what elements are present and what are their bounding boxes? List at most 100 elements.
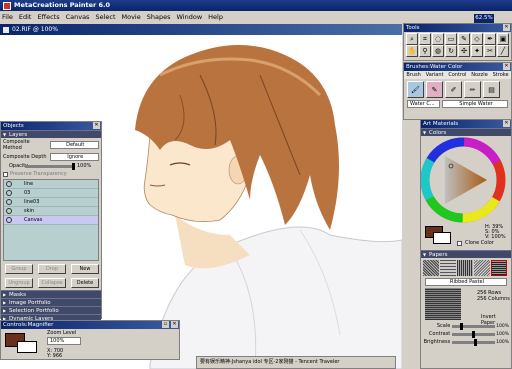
eye-icon[interactable] — [6, 217, 12, 223]
magnifier-tool-icon[interactable]: ⌕ — [406, 33, 418, 45]
eye-icon[interactable] — [6, 190, 12, 196]
paint-bucket-icon[interactable]: ◍ — [432, 45, 444, 57]
brightness-slider[interactable] — [452, 338, 496, 346]
paper-swatch-selected[interactable] — [491, 260, 507, 276]
pen-tool-icon[interactable]: ✒ — [484, 33, 496, 45]
menu-effects[interactable]: Effects — [37, 13, 59, 21]
menu-shapes[interactable]: Shapes — [147, 13, 171, 21]
y-coordinate-label: Y: 966 — [47, 353, 63, 359]
color-wheel[interactable] — [420, 136, 511, 224]
taskbar-window-strip[interactable]: 要有娱乐精神-Jshanya idol 专区-2家刚猫 - Tencent Tr… — [196, 356, 396, 369]
group-button[interactable]: Group — [5, 264, 33, 274]
minimize-icon[interactable]: ▫ — [162, 321, 169, 328]
dropper-tool-icon[interactable]: ⚲ — [419, 45, 431, 57]
composite-method-select[interactable]: Default — [49, 141, 99, 149]
paper-swatch[interactable] — [440, 260, 456, 276]
delete-layer-button[interactable]: Delete — [71, 278, 99, 288]
zoom-level-label: Zoom Level — [47, 330, 77, 336]
eye-icon[interactable] — [6, 181, 12, 187]
menu-movie[interactable]: Movie — [122, 13, 141, 21]
brush-tool-icon[interactable]: ✎ — [458, 33, 470, 45]
layer-row[interactable]: 03 — [4, 189, 98, 198]
paper-swatch[interactable] — [457, 260, 473, 276]
color-values-area: H: 39% S: 0% V: 100% Clone Color — [421, 224, 511, 250]
colors-section-header[interactable]: Colors — [421, 128, 511, 137]
shape-tool-icon[interactable]: ◇ — [471, 33, 483, 45]
papers-section-header[interactable]: Papers — [421, 250, 511, 259]
control-menu[interactable]: Control — [448, 71, 466, 79]
tools-palette: Tools ✕ ⌕ ⌗ ◌ ▭ ✎ ◇ ✒ ▣ ✋ ⚲ ◍ ↻ ✣ ✦ ✂ ╱ — [403, 23, 512, 61]
opacity-value: 100% — [77, 163, 92, 169]
menu-file[interactable]: File — [2, 13, 13, 21]
layer-row[interactable]: line03 — [4, 198, 98, 207]
menu-help[interactable]: Help — [208, 13, 223, 21]
stroke-menu[interactable]: Stroke — [493, 71, 509, 79]
ungroup-button[interactable]: Ungroup — [5, 278, 33, 288]
preserve-transparency-checkbox[interactable] — [3, 171, 8, 177]
close-icon[interactable]: ✕ — [503, 24, 510, 31]
close-icon[interactable]: ✕ — [171, 321, 178, 328]
adjuster-tool-icon[interactable]: ✣ — [458, 45, 470, 57]
rect-select-icon[interactable]: ▭ — [445, 33, 457, 45]
drop-button[interactable]: Drop — [38, 264, 66, 274]
close-icon[interactable]: ✕ — [503, 120, 510, 127]
layer-row[interactable]: line — [4, 180, 98, 189]
document-title-bar[interactable]: 02.RIF @ 100% — [0, 24, 402, 35]
tools-title: Tools — [406, 25, 420, 31]
paper-swatches — [421, 258, 511, 278]
rotate-tool-icon[interactable]: ↻ — [445, 45, 457, 57]
paper-swatch[interactable] — [474, 260, 490, 276]
clone-color-checkbox[interactable] — [457, 241, 462, 246]
pencil-brush-icon[interactable]: ✏ — [464, 81, 481, 98]
text-tool-icon[interactable]: ▣ — [497, 33, 509, 45]
menu-canvas[interactable]: Canvas — [66, 13, 90, 21]
zoom-level-field[interactable]: 100% — [47, 337, 81, 345]
composite-depth-label: Composite Depth — [3, 154, 47, 160]
opacity-slider[interactable] — [25, 162, 75, 170]
menu-window[interactable]: Window — [177, 13, 203, 21]
paper-swatch[interactable] — [423, 260, 439, 276]
paper-preview-area: 256 Rows 256 Columns Invert Paper — [421, 286, 511, 326]
camera-brush-icon[interactable]: ▤ — [483, 81, 500, 98]
new-layer-button[interactable]: New — [71, 264, 99, 274]
scissors-tool-icon[interactable]: ✂ — [484, 45, 496, 57]
close-icon[interactable]: ✕ — [503, 63, 510, 70]
close-icon[interactable]: ✕ — [93, 122, 100, 129]
line-tool-icon[interactable]: ╱ — [497, 45, 509, 57]
contrast-slider[interactable] — [452, 330, 496, 338]
image-portfolio-section-header[interactable]: Image Portfolio — [1, 298, 101, 307]
eye-icon[interactable] — [6, 208, 12, 214]
layer-row[interactable]: skin — [4, 207, 98, 216]
additional-color-swatch[interactable] — [433, 232, 451, 244]
layer-row-selected[interactable]: Canvas — [4, 216, 98, 225]
menu-edit[interactable]: Edit — [19, 13, 32, 21]
crop-tool-icon[interactable]: ⌗ — [419, 33, 431, 45]
objects-title: Objects — [3, 123, 24, 129]
pastel-brush-icon[interactable]: ✎ — [426, 81, 443, 98]
airbrush-icon[interactable]: ✐ — [445, 81, 462, 98]
paper-name-field[interactable]: Ribbed Pastel — [425, 278, 507, 286]
nozzle-menu[interactable]: Nozzle — [471, 71, 488, 79]
wand-tool-icon[interactable]: ✦ — [471, 45, 483, 57]
collapse-button[interactable]: Collapse — [38, 278, 66, 288]
menu-select[interactable]: Select — [95, 13, 115, 21]
brush-menu[interactable]: Brush — [406, 71, 420, 79]
selection-portfolio-section-header[interactable]: Selection Portfolio — [1, 306, 101, 315]
grabber-tool-icon[interactable]: ✋ — [406, 45, 418, 57]
brightness-label: Brightness — [423, 339, 451, 345]
art-materials-title-bar: Art Materials ✕ — [421, 120, 511, 128]
eye-icon[interactable] — [6, 199, 12, 205]
secondary-color-swatch[interactable] — [17, 341, 37, 353]
variant-menu[interactable]: Variant — [426, 71, 444, 79]
brush-variant-select[interactable]: Simple Water — [442, 100, 508, 108]
lasso-tool-icon[interactable]: ◌ — [432, 33, 444, 45]
composite-depth-select[interactable]: Ignore — [49, 153, 99, 161]
art-materials-title: Art Materials — [423, 121, 459, 127]
layer-name: line03 — [24, 199, 40, 205]
masks-section-header[interactable]: Masks — [1, 290, 101, 299]
magnifier-title: Controls:Magnifier — [3, 322, 54, 328]
watercolor-brush-icon[interactable]: 🖌 — [407, 81, 424, 98]
layers-section-header[interactable]: Layers — [1, 130, 101, 139]
brush-category-select[interactable]: Water C... — [407, 100, 440, 108]
scale-slider[interactable] — [452, 322, 496, 330]
